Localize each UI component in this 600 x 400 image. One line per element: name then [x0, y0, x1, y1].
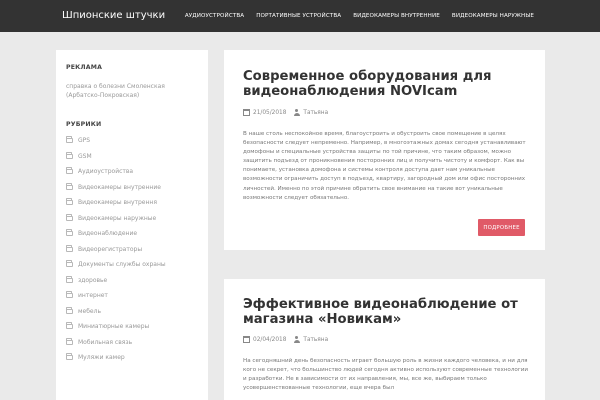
category-item-dummy-cameras[interactable]: Муляжи камер: [66, 350, 198, 366]
category-item-video-surveillance[interactable]: Видеонаблюдение: [66, 226, 198, 242]
ad-link[interactable]: справка о болезни Смоленская (Арбатско-П…: [66, 82, 196, 100]
sidebar: РЕКЛАМА справка о болезни Смоленская (Ар…: [56, 50, 208, 400]
post-author[interactable]: Татьяна: [303, 110, 328, 116]
category-label: интернет: [78, 292, 108, 300]
folder-icon: [66, 353, 73, 361]
category-label: Видеонаблюдение: [78, 230, 138, 238]
category-label: Видеокамеры внутренние: [78, 183, 161, 191]
category-label: Аудиоустройства: [78, 168, 134, 176]
user-icon: [293, 109, 300, 116]
folder-icon: [66, 229, 73, 237]
category-item-security-docs[interactable]: Документы службы охраны: [66, 257, 198, 273]
folder-icon: [66, 182, 73, 190]
calendar-icon: [243, 336, 250, 343]
category-label: здоровье: [78, 276, 108, 284]
category-label: Мобильная связь: [78, 338, 133, 346]
user-icon: [293, 336, 300, 343]
post-meta: 02/04/2018 Татьяна: [243, 336, 328, 343]
post-title[interactable]: Современное оборудования для видеонаблюд…: [243, 69, 533, 99]
category-label: GSM: [78, 152, 92, 160]
category-item-outdoor-cameras[interactable]: Видеокамеры наружные: [66, 211, 198, 227]
post-author[interactable]: Татьяна: [303, 337, 328, 343]
category-label: GPS: [78, 137, 91, 145]
calendar-icon: [243, 109, 250, 116]
category-label: Документы службы охраны: [78, 261, 166, 269]
folder-icon: [66, 275, 73, 283]
category-item-mini-cameras[interactable]: Миниатюрные камеры: [66, 319, 198, 335]
post-title[interactable]: Эффективное видеонаблюдение от магазина …: [243, 297, 533, 327]
top-bar: Шпионские штучки АУДИОУСТРОЙСТВА ПОРТАТИ…: [0, 0, 600, 32]
category-list: GPS GSM Аудиоустройства Видеокамеры внут…: [66, 133, 198, 366]
category-item-audio[interactable]: Аудиоустройства: [66, 164, 198, 180]
category-label: Муляжи камер: [78, 354, 125, 362]
category-item-health[interactable]: здоровье: [66, 273, 198, 289]
category-item-furniture[interactable]: мебель: [66, 304, 198, 320]
category-item-gsm[interactable]: GSM: [66, 149, 198, 165]
folder-icon: [66, 167, 73, 175]
post-date[interactable]: 21/05/2018: [253, 110, 286, 116]
category-item-indoor-cameras[interactable]: Видеокамеры внутренние: [66, 180, 198, 196]
post-card: Эффективное видеонаблюдение от магазина …: [224, 279, 545, 400]
folder-icon: [66, 198, 73, 206]
ad-widget-title: РЕКЛАМА: [66, 64, 103, 71]
site-title[interactable]: Шпионские штучки: [62, 10, 165, 21]
category-label: Миниатюрные камеры: [78, 323, 150, 331]
post-meta: 21/05/2018 Татьяна: [243, 109, 328, 116]
main-nav: АУДИОУСТРОЙСТВА ПОРТАТИВНЫЕ УСТРОЙСТВА В…: [173, 0, 534, 32]
post-card: Современное оборудования для видеонаблюд…: [224, 50, 545, 250]
folder-icon: [66, 306, 73, 314]
folder-icon: [66, 151, 73, 159]
folder-icon: [66, 213, 73, 221]
post-date[interactable]: 02/04/2018: [253, 337, 286, 343]
nav-item-audio[interactable]: АУДИОУСТРОЙСТВА: [185, 13, 244, 19]
folder-icon: [66, 260, 73, 268]
categories-widget-title: РУБРИКИ: [66, 121, 102, 128]
post-excerpt: На сегодняшний день безопасность играет …: [243, 358, 529, 392]
folder-icon: [66, 244, 73, 252]
read-more-button[interactable]: ПОДРОБНЕЕ: [478, 219, 525, 236]
category-item-internet[interactable]: интернет: [66, 288, 198, 304]
category-label: Видеокамеры наружные: [78, 214, 157, 222]
category-item-gps[interactable]: GPS: [66, 133, 198, 149]
nav-item-indoor-cameras[interactable]: ВИДЕОКАМЕРЫ ВНУТРЕННИЕ: [353, 13, 440, 19]
category-label: Видеокамеры внутрення: [78, 199, 157, 207]
category-label: мебель: [78, 307, 101, 315]
folder-icon: [66, 337, 73, 345]
folder-icon: [66, 322, 73, 330]
folder-icon: [66, 136, 73, 144]
nav-item-portable[interactable]: ПОРТАТИВНЫЕ УСТРОЙСТВА: [256, 13, 341, 19]
category-item-dvr[interactable]: Видеорегистраторы: [66, 242, 198, 258]
category-item-indoor-cameras-2[interactable]: Видеокамеры внутрення: [66, 195, 198, 211]
category-item-mobile[interactable]: Мобильная связь: [66, 335, 198, 351]
category-label: Видеорегистраторы: [78, 245, 143, 253]
post-excerpt: В наше столь неспокойное время, благоуст…: [243, 131, 526, 201]
nav-item-outdoor-cameras[interactable]: ВИДЕОКАМЕРЫ НАРУЖНЫЕ: [452, 13, 534, 19]
folder-icon: [66, 291, 73, 299]
